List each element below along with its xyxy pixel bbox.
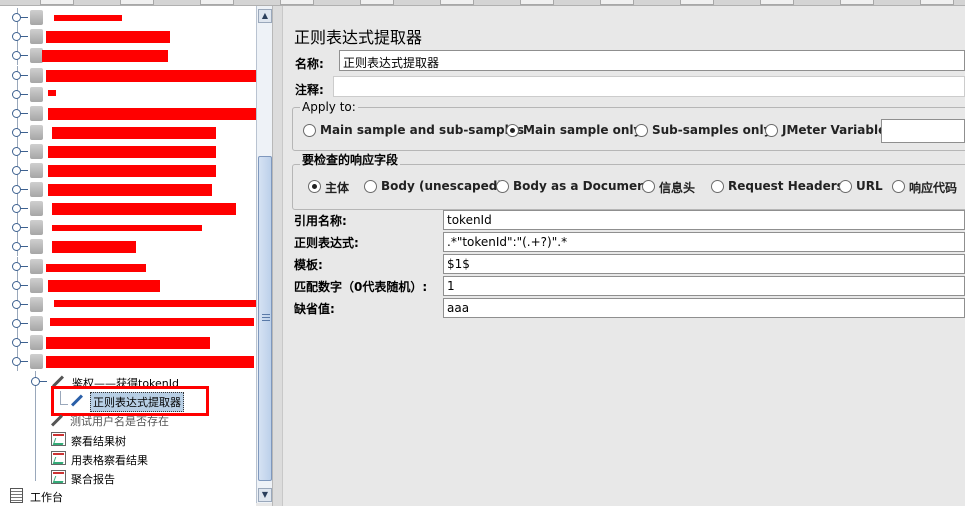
tree-node[interactable] — [0, 276, 256, 295]
redaction — [46, 356, 254, 368]
name-label: 名称: — [295, 57, 324, 71]
tree-node[interactable] — [0, 180, 256, 199]
tree-node[interactable] — [0, 257, 256, 276]
redaction — [48, 280, 160, 292]
listener-icon — [51, 470, 66, 484]
ref-name-label: 引用名称: — [294, 214, 347, 228]
tree-node[interactable] — [0, 8, 256, 27]
redaction — [48, 90, 56, 96]
tree-node[interactable] — [0, 218, 256, 237]
redaction — [46, 31, 170, 43]
redaction — [52, 241, 136, 253]
tree-node[interactable] — [0, 142, 256, 161]
test-plan-tree[interactable]: 鉴权——获得tokenId 正则表达式提取器 测试用户名是否存在 察看结果树 用… — [0, 6, 256, 486]
template-input[interactable]: $1$ — [443, 254, 965, 274]
listener-icon — [51, 432, 66, 446]
comment-input[interactable] — [333, 76, 965, 97]
redaction — [50, 318, 254, 326]
redaction — [52, 225, 202, 231]
jmeter-variable-input[interactable] — [881, 119, 965, 143]
apply-to-legend: Apply to: — [300, 100, 358, 114]
default-value-label: 缺省值: — [294, 302, 335, 316]
name-input[interactable]: 正则表达式提取器 — [339, 50, 965, 71]
tree-node[interactable] — [0, 85, 256, 104]
tree-node[interactable] — [0, 314, 256, 333]
redaction — [42, 50, 168, 62]
tree-node[interactable] — [0, 237, 256, 256]
tree-scrollbar[interactable]: ▲ ▼ — [256, 6, 272, 503]
tree-node[interactable] — [0, 66, 256, 85]
tree-node[interactable] — [0, 27, 256, 46]
default-value-input[interactable]: aaa — [443, 298, 965, 318]
regex-label: 正则表达式: — [294, 236, 359, 250]
highlight-box — [51, 386, 209, 416]
regex-input[interactable]: .*"tokenId":"(.+?)".* — [443, 232, 965, 252]
redaction — [46, 70, 256, 82]
redaction — [48, 108, 256, 120]
tree-node[interactable] — [0, 295, 256, 314]
panel-splitter[interactable] — [272, 6, 283, 506]
sampler-icon — [50, 414, 64, 427]
redaction — [46, 264, 146, 272]
scroll-up-button[interactable]: ▲ — [258, 9, 272, 23]
tree-node[interactable] — [0, 46, 256, 65]
tree-node[interactable] — [0, 333, 256, 352]
response-field-legend: 要检查的响应字段 — [300, 151, 401, 168]
redaction — [54, 15, 122, 21]
redaction — [48, 146, 216, 158]
tree-node[interactable] — [0, 199, 256, 218]
redaction — [46, 337, 210, 349]
tree-node[interactable] — [0, 104, 256, 123]
scroll-thumb[interactable] — [258, 156, 272, 481]
page-title: 正则表达式提取器 — [294, 28, 423, 47]
match-no-label: 匹配数字（0代表随机）: — [294, 280, 428, 294]
match-no-input[interactable]: 1 — [443, 276, 965, 296]
comment-label: 注释: — [295, 83, 324, 97]
redaction — [54, 300, 256, 307]
tree-item-workbench[interactable]: 工作台 — [0, 486, 256, 506]
listener-icon — [51, 451, 66, 465]
scroll-down-button[interactable]: ▼ — [258, 488, 272, 502]
redaction — [48, 165, 216, 177]
tree-node[interactable] — [0, 161, 256, 180]
redaction — [52, 203, 236, 215]
redaction — [52, 127, 216, 139]
ref-name-input[interactable]: tokenId — [443, 210, 965, 230]
regex-extractor-panel: 正则表达式提取器 名称: 正则表达式提取器 注释: Apply to: Main… — [283, 6, 965, 506]
tree-node[interactable] — [0, 123, 256, 142]
tree-node[interactable] — [0, 352, 256, 371]
redaction — [48, 184, 212, 196]
template-label: 模板: — [294, 258, 323, 272]
workbench-icon — [10, 488, 23, 503]
